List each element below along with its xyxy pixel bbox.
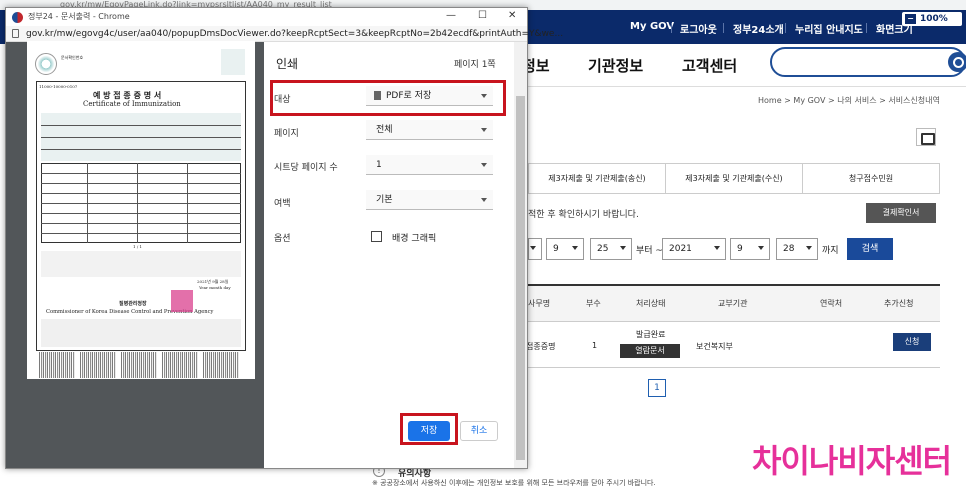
popup-address-bar: gov.kr/mw/egovg4c/user/aa040/popupDmsDoc…: [6, 26, 563, 42]
year-start-select[interactable]: [528, 238, 542, 260]
pages-select[interactable]: 전체: [366, 120, 493, 140]
options-label: 옵션: [274, 234, 291, 244]
apply-button[interactable]: 신청: [893, 333, 931, 351]
tab-third-party-send[interactable]: 제3자제출 및 기관제출(송신): [529, 164, 666, 193]
doc-number: 11000-10000-0107: [39, 84, 78, 89]
maximize-icon[interactable]: ☐: [478, 10, 487, 21]
footnote-text: [41, 319, 241, 347]
scrollbar-thumb[interactable]: [516, 96, 525, 460]
barcode-icon: [80, 352, 116, 378]
emblem-icon: [35, 53, 57, 75]
pages-label: 페이지: [274, 129, 299, 139]
doc-title-en: Certificate of Immunization: [83, 100, 181, 108]
statement-text: [41, 251, 241, 277]
col-service-name: 사무명: [528, 299, 551, 308]
barcode-icon: [39, 352, 75, 378]
background-graphics-checkbox[interactable]: [371, 231, 382, 242]
footer-note: ※ 공공장소에서 사용하신 이후에는 개인정보 보호를 위해 모든 브라우저를 …: [372, 479, 656, 487]
month-start-select[interactable]: 9: [546, 238, 584, 260]
barcode-icon: [203, 352, 239, 378]
cell-service-name: 접종증명: [526, 342, 556, 351]
breadcrumb: Home > My GOV > 나의 서비스 > 서비스신청내역: [758, 96, 940, 105]
lock-icon: [12, 29, 19, 38]
col-agency: 교부기관: [718, 299, 748, 308]
cell-count: 1: [592, 341, 598, 350]
margins-label: 여백: [274, 199, 291, 209]
font-size-value: 100%: [920, 14, 948, 24]
gov-logo-icon: [12, 12, 23, 23]
col-contact: 연락처: [820, 299, 843, 308]
tab-third-party-receive[interactable]: 제3자제출 및 기관제출(수신): [666, 164, 803, 193]
cancel-button[interactable]: 취소: [460, 421, 498, 441]
col-extra: 추가신청: [884, 299, 914, 308]
watermark-text: 차이나비자센터: [752, 442, 952, 480]
day-start-select[interactable]: 25: [590, 238, 632, 260]
barcode-icon: [121, 352, 157, 378]
save-button[interactable]: 저장: [408, 421, 450, 441]
notice-text: 적한 후 확인하시기 바랍니다.: [528, 210, 639, 220]
month-end-select[interactable]: 9: [730, 238, 770, 260]
divider: [528, 86, 966, 87]
margins-select[interactable]: 기본: [366, 190, 493, 210]
tab-bar: 제3자제출 및 기관제출(송신) 제3자제출 및 기관제출(수신) 청구접수민원: [528, 163, 940, 194]
pagination-page[interactable]: 1: [648, 379, 666, 397]
table-header: 사무명 부수 처리상태 교부기관 연락처 추가신청: [528, 284, 940, 322]
col-count: 부수: [586, 299, 601, 308]
sheets-label: 시트당 페이지 수: [274, 163, 338, 173]
cell-agency: 보건복지부: [696, 342, 733, 351]
minus-icon[interactable]: −: [905, 14, 916, 24]
search-icon[interactable]: [948, 52, 966, 72]
col-status: 처리상태: [636, 299, 666, 308]
barcode-icon: [162, 352, 198, 378]
my-gov-link[interactable]: My GOV: [630, 21, 674, 32]
print-heading: 인쇄: [276, 57, 299, 71]
background-graphics-label: 배경 그래픽: [392, 234, 437, 244]
font-size-control[interactable]: −100%: [902, 12, 962, 26]
about-link[interactable]: 정부24소개: [733, 21, 784, 36]
table-row: 접종증명 1 발급완료 보건복지부: [526, 322, 940, 368]
official-seal-icon: [171, 290, 193, 312]
popup-url[interactable]: gov.kr/mw/egovg4c/user/aa040/popupDmsDoc…: [26, 29, 563, 39]
until-label: 까지: [822, 246, 839, 256]
authority-ko: 질병관리청장: [119, 301, 147, 307]
cell-status: 발급완료: [636, 330, 666, 339]
print-icon[interactable]: [916, 128, 936, 146]
search-input[interactable]: [770, 47, 966, 77]
nav-agency-info[interactable]: 기관정보: [588, 55, 643, 76]
between-label: 부터 ~: [636, 246, 663, 256]
day-end-select[interactable]: 28: [776, 238, 818, 260]
sitemap-link[interactable]: 누리집 안내지도: [795, 21, 863, 36]
nav-customer-center[interactable]: 고객센터: [682, 55, 737, 76]
view-document-button[interactable]: 열람문서: [620, 344, 680, 358]
issuer-small: 문서확인번호: [61, 55, 84, 60]
redacted-code: [221, 49, 245, 75]
popup-title: 정부24 - 문서출력 - Chrome: [28, 12, 130, 21]
issue-date-en: Year month day: [199, 285, 231, 290]
tab-claim-received[interactable]: 청구접수민원: [803, 164, 939, 193]
page-mark: 1 / 1: [133, 244, 142, 249]
payment-confirm-button[interactable]: 결제확인서: [866, 203, 936, 223]
highlight-destination: [270, 80, 506, 116]
close-icon[interactable]: ✕: [508, 10, 516, 21]
year-end-select[interactable]: 2021: [662, 238, 726, 260]
popup-titlebar: 정부24 - 문서출력 - Chrome — ☐ ✕: [6, 8, 527, 26]
pages-info: 페이지 1쪽: [454, 60, 496, 70]
document-page: 문서확인번호 11000-10000-0107 예 방 접 종 증 명 서 Ce…: [27, 41, 255, 379]
search-button[interactable]: 검색: [847, 238, 893, 260]
sheets-select[interactable]: 1: [366, 155, 493, 175]
minimize-icon[interactable]: —: [446, 10, 456, 21]
logout-link[interactable]: 로그아웃: [680, 21, 717, 36]
